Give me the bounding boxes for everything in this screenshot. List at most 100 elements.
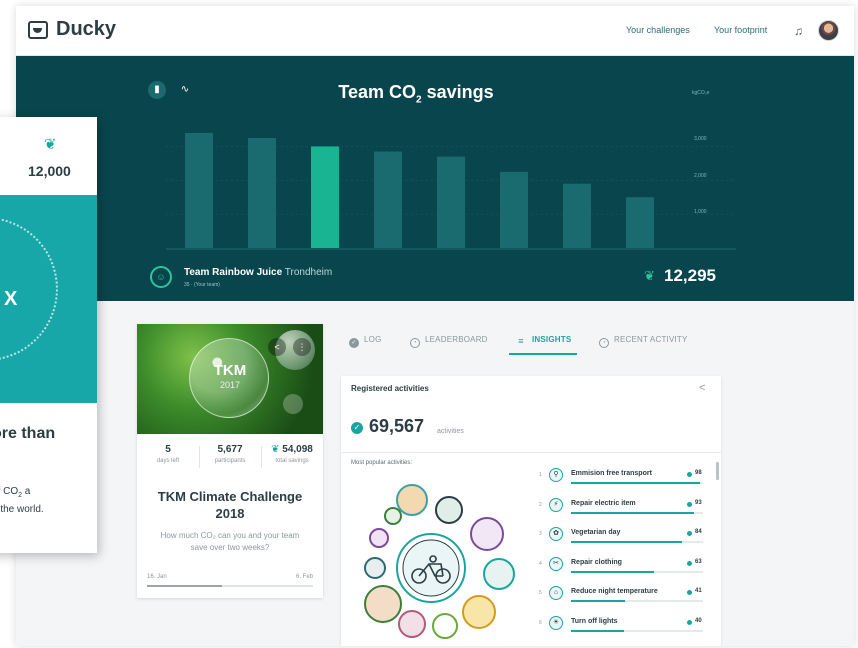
- activity-rank: 1: [539, 472, 542, 478]
- team-total-savings: 12,295: [664, 266, 716, 285]
- challenge-title[interactable]: TKM Climate Challenge 2018: [137, 488, 323, 522]
- activity-bubble: [470, 517, 504, 551]
- activity-bar-fill: [571, 511, 694, 514]
- activity-rank: 5: [539, 590, 542, 596]
- check-circle-icon: ✓: [349, 338, 359, 348]
- activity-bubble: [384, 507, 402, 525]
- bar-chart-toggle-icon[interactable]: ▮: [148, 81, 166, 99]
- activity-icon: ✿: [549, 527, 563, 541]
- savings-bar[interactable]: [248, 138, 276, 248]
- activity-bar-track: [571, 511, 703, 514]
- share-icon[interactable]: <: [699, 382, 705, 394]
- panel-title: Registered activities: [351, 384, 429, 393]
- divider: [341, 452, 721, 453]
- challenge-card[interactable]: TKM 2017 < ⋮ 5 days left 5,677 participa…: [137, 324, 323, 598]
- team-icon[interactable]: ☺: [150, 266, 172, 288]
- activity-bubble: [432, 613, 458, 639]
- hero-title: Team CO2 savings: [338, 82, 494, 106]
- leaf-icon: ❦: [271, 444, 283, 455]
- count-dot-icon: [687, 590, 692, 595]
- savings-bar[interactable]: [185, 132, 213, 248]
- bubble-graphic: [283, 394, 303, 414]
- activity-rank: 6: [539, 619, 542, 626]
- activity-bubble-cluster: [364, 484, 515, 639]
- avatar[interactable]: [818, 20, 839, 41]
- nav-your-challenges[interactable]: Your challenges: [626, 25, 690, 35]
- nav-your-footprint[interactable]: Your footprint: [714, 25, 767, 35]
- activity-bar-track: [571, 600, 703, 602]
- savings-bar[interactable]: [437, 156, 465, 248]
- activity-bubble: [483, 558, 515, 590]
- clock-icon: ◔: [599, 338, 609, 348]
- tab-log[interactable]: ✓ LOG: [349, 335, 382, 355]
- activity-bar-fill: [571, 600, 626, 602]
- total-activities-unit: activities: [437, 428, 464, 435]
- activity-name: Repair clothing: [571, 558, 622, 566]
- activity-name: Repair electric item: [571, 499, 636, 507]
- challenge-progress-track: [147, 585, 313, 587]
- tab-recent-activity[interactable]: ◔ RECENT ACTIVITY: [599, 335, 688, 355]
- activity-count: 40: [695, 617, 702, 624]
- activity-count: 93: [695, 499, 702, 506]
- savings-bar[interactable]: [500, 171, 528, 248]
- activity-count: 84: [695, 529, 702, 535]
- activity-bar-track: [571, 541, 703, 543]
- image-year: 2017: [219, 380, 241, 390]
- activity-row[interactable]: 5 ⌂ Reduce night temperature 41: [539, 586, 709, 606]
- activity-bubble: [396, 484, 428, 516]
- activity-bubble: [364, 585, 402, 623]
- brand-name[interactable]: Ducky: [56, 18, 116, 41]
- activity-bubble: [364, 557, 386, 579]
- overlay-headline: ore than: [0, 425, 56, 442]
- activity-bar-fill: [571, 541, 682, 543]
- app-window: Ducky Your challenges Your footprint ♫ ▮…: [16, 6, 854, 646]
- activity-count: 41: [695, 588, 702, 594]
- challenge-progress-fill: [147, 585, 222, 587]
- activity-icon: ⚲: [549, 468, 563, 482]
- ducky-logo-icon[interactable]: [28, 21, 48, 39]
- scrollbar[interactable]: [716, 462, 719, 480]
- activity-count: 63: [695, 558, 702, 565]
- activity-bar-fill: [571, 570, 655, 573]
- activity-row[interactable]: 4 ✂ Repair clothing 63: [539, 556, 709, 577]
- stat-total-savings: ❦ 54,098 total savings: [271, 444, 313, 464]
- overlay-teal-panel: X: [0, 195, 97, 403]
- activity-bar-fill: [571, 629, 624, 632]
- count-dot-icon: [687, 560, 692, 566]
- activity-bubble: [462, 595, 496, 629]
- activity-row[interactable]: 2 ⚡ Repair electric item 93: [539, 497, 709, 518]
- savings-bar[interactable]: [563, 183, 591, 248]
- activity-bar-fill: [571, 482, 701, 484]
- activity-name: Reduce night temperature: [571, 588, 658, 595]
- activity-row[interactable]: 3 ✿ Vegetarian day 84: [539, 527, 709, 547]
- insights-panel: Registered activities < ✓ 69,567 activit…: [341, 376, 721, 646]
- stage: Ducky Your challenges Your footprint ♫ ▮…: [0, 0, 858, 648]
- count-dot-icon: [687, 531, 692, 536]
- activity-rank: 3: [539, 531, 542, 537]
- tab-leaderboard[interactable]: ◔ LEADERBOARD: [410, 335, 488, 355]
- tab-insights[interactable]: ≡ INSIGHTS: [509, 335, 578, 355]
- team-name[interactable]: Team Rainbow Juice Trondheim: [184, 267, 332, 278]
- activity-name: Emmision free transport: [571, 470, 652, 477]
- count-dot-icon: [687, 619, 692, 625]
- bell-icon[interactable]: ♫: [794, 24, 803, 38]
- team-subtitle: 35 · (Your team): [184, 282, 220, 288]
- activity-row[interactable]: 6 ☀ Turn off lights 40: [539, 615, 709, 636]
- popular-activities-label: Most popular activities:: [351, 460, 413, 466]
- share-icon[interactable]: <: [268, 338, 286, 356]
- top-bar: Ducky Your challenges Your footprint ♫: [16, 6, 854, 56]
- leaf-icon: ❦: [44, 136, 57, 153]
- chart-unit-label: kgCO₂e: [692, 90, 710, 96]
- activity-icon: ✂: [549, 556, 563, 571]
- savings-bar[interactable]: [374, 151, 402, 248]
- line-chart-toggle-icon[interactable]: ∿: [176, 81, 194, 99]
- list-icon: ≡: [518, 336, 524, 346]
- activity-bubble: [369, 528, 389, 548]
- activity-row[interactable]: 1 ⚲ Emmision free transport 98: [539, 468, 709, 488]
- more-options-icon[interactable]: ⋮: [293, 338, 311, 356]
- stat-days-left: 5 days left: [156, 444, 180, 464]
- savings-bar[interactable]: [626, 197, 654, 248]
- savings-bar[interactable]: [311, 146, 339, 248]
- start-date: 16. Jan: [147, 574, 167, 580]
- activity-bubble: [435, 496, 463, 524]
